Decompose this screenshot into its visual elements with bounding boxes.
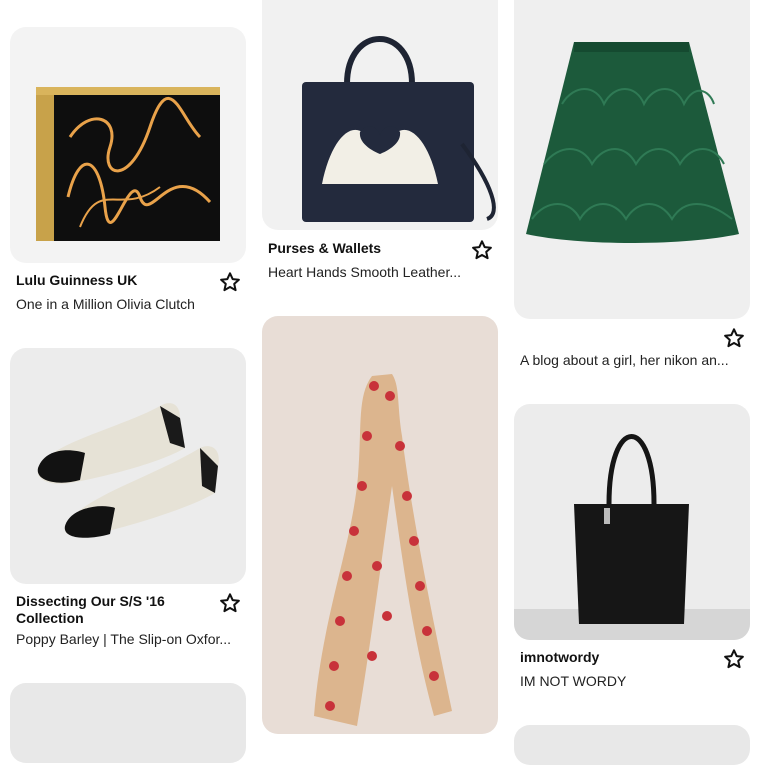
pin-description: Heart Hands Smooth Leather... xyxy=(268,264,461,280)
pin-title: Purses & Wallets xyxy=(268,240,382,256)
pin-image-scarf[interactable] xyxy=(262,316,498,734)
shoes-illustration xyxy=(37,403,219,538)
save-star-icon[interactable] xyxy=(219,271,241,293)
save-star-icon[interactable] xyxy=(723,327,745,349)
pin-description: IM NOT WORDY xyxy=(520,673,627,689)
pin-image-placeholder[interactable] xyxy=(10,683,246,763)
pin-description: One in a Million Olivia Clutch xyxy=(16,296,195,312)
pin-image-shoes[interactable] xyxy=(10,348,246,584)
skirt-illustration xyxy=(526,42,739,243)
pin-image-placeholder[interactable] xyxy=(514,725,750,765)
bag-illustration xyxy=(302,36,496,222)
pin-description: Poppy Barley | The Slip-on Oxfor... xyxy=(16,631,232,647)
tote-illustration xyxy=(514,434,750,640)
pin-image-tote[interactable] xyxy=(514,404,750,640)
pin-title: Dissecting Our S/S '16 Collection xyxy=(16,593,165,626)
save-star-icon[interactable] xyxy=(219,592,241,614)
pin-image-clutch[interactable] xyxy=(10,27,246,263)
save-star-icon[interactable] xyxy=(471,239,493,261)
pin-image-skirt[interactable] xyxy=(514,0,750,319)
pin-title: Lulu Guinness UK xyxy=(16,272,138,288)
pin-image-bag[interactable] xyxy=(262,0,498,230)
save-star-icon[interactable] xyxy=(723,648,745,670)
pin-title: imnotwordy xyxy=(520,649,600,665)
clutch-illustration xyxy=(36,87,220,241)
pin-description: A blog about a girl, her nikon an... xyxy=(520,352,729,368)
scarf-illustration xyxy=(314,374,452,726)
